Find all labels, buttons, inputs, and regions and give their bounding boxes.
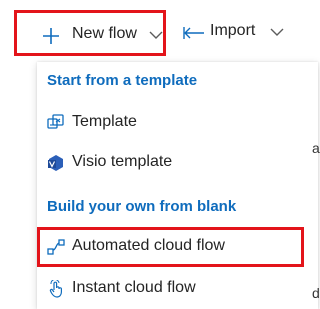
command-bar: New flow Import [0,0,318,62]
plus-icon [43,28,59,44]
section-header-blank: Build your own from blank [47,198,237,215]
chevron-down-icon [270,28,284,36]
screen: New flow Import Start from a template Te… [0,0,320,309]
background-text-fragment: d [312,285,320,301]
chevron-down-icon [149,31,163,39]
menu-item-label: Instant cloud flow [72,279,196,296]
import-label: Import [210,22,256,39]
new-flow-dropdown-menu: Start from a template Template Visio tem… [37,62,318,309]
menu-item-label: Template [72,113,137,130]
menu-item-automated-cloud-flow[interactable]: Automated cloud flow [37,227,318,267]
new-flow-button[interactable]: New flow [14,10,166,56]
menu-item-visio-template[interactable]: Visio template [37,143,318,183]
import-icon [183,27,204,39]
instant-flow-icon [49,280,62,298]
new-flow-label: New flow [72,25,137,42]
automated-flow-icon [47,239,65,255]
menu-item-instant-cloud-flow[interactable]: Instant cloud flow [37,269,318,309]
template-icon [47,114,64,129]
menu-item-label: Automated cloud flow [72,237,225,254]
menu-item-template[interactable]: Template [37,103,318,143]
visio-icon [48,155,63,171]
menu-item-label: Visio template [72,153,173,170]
background-text-fragment: a [312,140,320,156]
import-button[interactable]: Import [180,10,290,56]
section-header-template: Start from a template [47,72,198,89]
